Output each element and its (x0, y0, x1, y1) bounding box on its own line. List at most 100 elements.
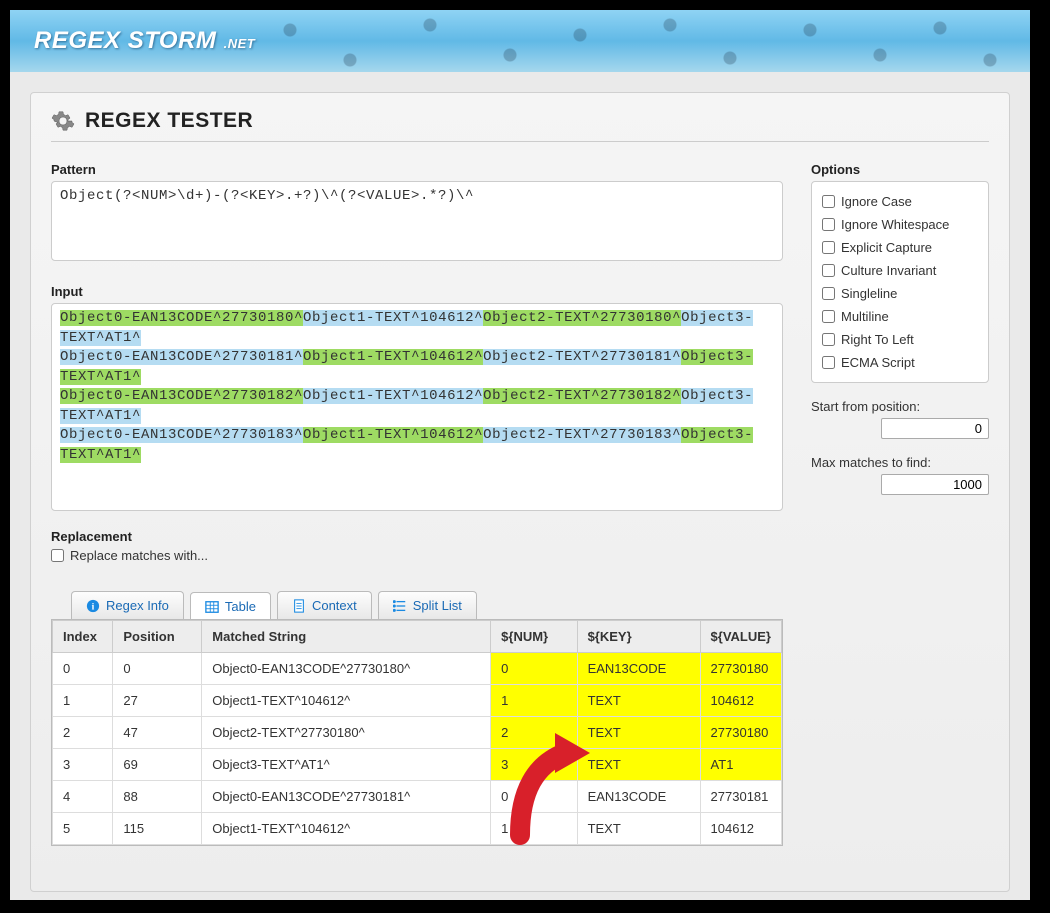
option-ignore-case[interactable]: Ignore Case (822, 190, 978, 213)
max-matches-label: Max matches to find: (811, 455, 989, 470)
cell-index: 1 (53, 685, 113, 717)
option-label: Right To Left (841, 332, 914, 347)
match-segment: Object1-TEXT^104612^ (303, 427, 483, 443)
cell-key: EAN13CODE (577, 781, 700, 813)
cell-matched: Object0-EAN13CODE^27730180^ (202, 653, 491, 685)
option-checkbox[interactable] (822, 356, 835, 369)
cell-index: 3 (53, 749, 113, 781)
tab-split-list[interactable]: Split List (378, 591, 477, 619)
match-segment: Object1-TEXT^104612^ (303, 349, 483, 365)
col-index: Index (53, 621, 113, 653)
option-checkbox[interactable] (822, 310, 835, 323)
option-right-to-left[interactable]: Right To Left (822, 328, 978, 351)
match-segment: Object2-TEXT^27730183^ (483, 427, 681, 443)
tab-table[interactable]: Table (190, 592, 271, 620)
replacement-label: Replacement (51, 529, 783, 544)
table-row: 369Object3-TEXT^AT1^3TEXTAT1 (53, 749, 782, 781)
cell-matched: Object1-TEXT^104612^ (202, 685, 491, 717)
cell-position: 115 (113, 813, 202, 845)
table-row: 5115Object1-TEXT^104612^1TEXT104612 (53, 813, 782, 845)
site-name: REGEX STORM (34, 27, 216, 54)
cell-key: TEXT (577, 749, 700, 781)
cell-value: 104612 (700, 813, 781, 845)
cell-num: 1 (491, 685, 577, 717)
cell-value: 27730181 (700, 781, 781, 813)
svg-text:i: i (92, 601, 95, 612)
option-checkbox[interactable] (822, 241, 835, 254)
option-singleline[interactable]: Singleline (822, 282, 978, 305)
table-row: 247Object2-TEXT^27730180^2TEXT27730180 (53, 717, 782, 749)
tab-regex-info[interactable]: i Regex Info (71, 591, 184, 619)
cell-position: 69 (113, 749, 202, 781)
table-icon (205, 600, 219, 614)
col-matched: Matched String (202, 621, 491, 653)
cell-matched: Object3-TEXT^AT1^ (202, 749, 491, 781)
cell-index: 4 (53, 781, 113, 813)
match-segment: Object0-EAN13CODE^27730182^ (60, 388, 303, 404)
cell-num: 3 (491, 749, 577, 781)
option-label: Culture Invariant (841, 263, 936, 278)
replace-label: Replace matches with... (70, 548, 208, 563)
option-label: Multiline (841, 309, 889, 324)
replace-checkbox[interactable] (51, 549, 64, 562)
option-label: Explicit Capture (841, 240, 932, 255)
option-label: ECMA Script (841, 355, 915, 370)
pattern-input[interactable] (51, 181, 783, 261)
replace-toggle-row[interactable]: Replace matches with... (51, 548, 783, 563)
option-culture-invariant[interactable]: Culture Invariant (822, 259, 978, 282)
option-checkbox[interactable] (822, 333, 835, 346)
start-pos-input[interactable] (881, 418, 989, 439)
option-multiline[interactable]: Multiline (822, 305, 978, 328)
document-icon (292, 599, 306, 613)
match-segment: Object0-EAN13CODE^27730180^ (60, 310, 303, 326)
tabs: i Regex Info Table Contex (71, 591, 783, 619)
cell-num: 2 (491, 717, 577, 749)
input-textarea[interactable]: Object0-EAN13CODE^27730180^Object1-TEXT^… (51, 303, 783, 511)
option-checkbox[interactable] (822, 195, 835, 208)
match-segment: Object2-TEXT^27730182^ (483, 388, 681, 404)
content-panel: REGEX TESTER Pattern Input Object0-EAN13… (30, 92, 1010, 892)
pattern-label: Pattern (51, 162, 783, 177)
table-row: 488Object0-EAN13CODE^27730181^0EAN13CODE… (53, 781, 782, 813)
option-ignore-whitespace[interactable]: Ignore Whitespace (822, 213, 978, 236)
table-row: 127Object1-TEXT^104612^1TEXT104612 (53, 685, 782, 717)
cell-position: 88 (113, 781, 202, 813)
cell-num: 0 (491, 781, 577, 813)
cell-value: 27730180 (700, 717, 781, 749)
cell-position: 0 (113, 653, 202, 685)
cell-key: TEXT (577, 685, 700, 717)
cell-num: 0 (491, 653, 577, 685)
cell-position: 27 (113, 685, 202, 717)
info-icon: i (86, 599, 100, 613)
list-icon (393, 599, 407, 613)
results-table: Index Position Matched String ${NUM} ${K… (51, 619, 783, 846)
cell-num: 1 (491, 813, 577, 845)
start-pos-label: Start from position: (811, 399, 989, 414)
match-segment: Object1-TEXT^104612^ (303, 310, 483, 326)
col-value: ${VALUE} (700, 621, 781, 653)
match-segment: Object1-TEXT^104612^ (303, 388, 483, 404)
cell-index: 0 (53, 653, 113, 685)
cell-value: AT1 (700, 749, 781, 781)
option-explicit-capture[interactable]: Explicit Capture (822, 236, 978, 259)
option-checkbox[interactable] (822, 218, 835, 231)
cell-key: EAN13CODE (577, 653, 700, 685)
max-matches-input[interactable] (881, 474, 989, 495)
site-logo[interactable]: REGEX STORM .NET (34, 27, 255, 55)
col-position: Position (113, 621, 202, 653)
site-tld: .NET (224, 36, 256, 51)
options-label: Options (811, 162, 989, 177)
option-checkbox[interactable] (822, 264, 835, 277)
cell-value: 27730180 (700, 653, 781, 685)
tab-context[interactable]: Context (277, 591, 372, 619)
match-segment: Object0-EAN13CODE^27730183^ (60, 427, 303, 443)
option-checkbox[interactable] (822, 287, 835, 300)
gear-icon (51, 109, 75, 133)
option-label: Ignore Whitespace (841, 217, 949, 232)
cell-value: 104612 (700, 685, 781, 717)
option-ecma-script[interactable]: ECMA Script (822, 351, 978, 374)
cell-index: 5 (53, 813, 113, 845)
match-segment: Object2-TEXT^27730180^ (483, 310, 681, 326)
cell-position: 47 (113, 717, 202, 749)
page-title: REGEX TESTER (85, 109, 253, 133)
